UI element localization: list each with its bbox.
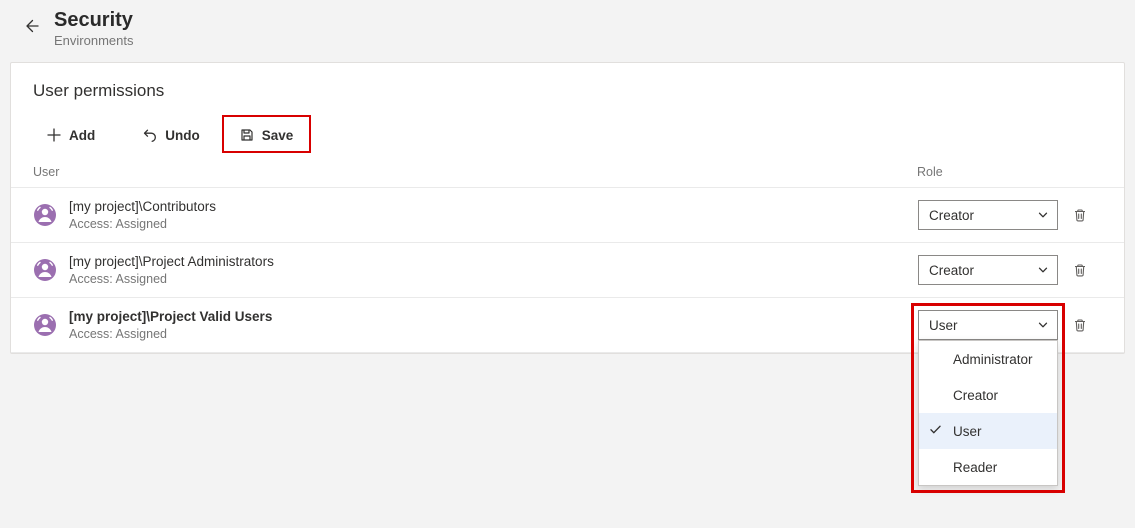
role-option[interactable]: Reader [919,449,1057,485]
add-label: Add [69,128,95,143]
undo-label: Undo [165,128,200,143]
save-icon [240,128,254,142]
back-arrow-icon [24,18,40,34]
role-option[interactable]: Creator [919,377,1057,413]
save-button[interactable]: Save [228,119,306,151]
row-access: Access: Assigned [69,326,918,342]
list-header: User Role [11,165,1124,187]
check-icon [929,423,942,439]
back-button[interactable] [18,12,46,40]
add-button[interactable]: Add [35,119,107,151]
toolbar: Add Undo Save [11,101,1124,165]
plus-icon [47,128,61,142]
group-avatar-icon [33,203,57,227]
role-select-value: Creator [929,263,974,278]
permission-row: [my project]\ContributorsAccess: Assigne… [11,187,1124,242]
row-name: [my project]\Project Administrators [69,253,918,271]
page-title: Security [54,8,133,32]
role-select[interactable]: User [918,310,1058,340]
column-user-header: User [33,165,917,179]
delete-button[interactable] [1066,256,1094,284]
delete-button[interactable] [1066,311,1094,339]
role-dropdown-menu: Administrator Creator User Reader [918,340,1058,486]
save-label: Save [262,128,294,143]
row-name: [my project]\Project Valid Users [69,308,918,326]
row-access: Access: Assigned [69,216,918,232]
undo-icon [143,128,157,142]
role-select[interactable]: Creator [918,255,1058,285]
role-select-value: Creator [929,208,974,223]
group-avatar-icon [33,258,57,282]
delete-button[interactable] [1066,201,1094,229]
chevron-down-icon [1037,319,1049,331]
role-select-value: User [929,318,958,333]
page-header: Security Environments [0,0,1135,62]
row-text: [my project]\Project AdministratorsAcces… [69,253,918,287]
role-option-label: Reader [953,460,997,475]
group-avatar-icon [33,313,57,337]
chevron-down-icon [1037,209,1049,221]
row-text: [my project]\ContributorsAccess: Assigne… [69,198,918,232]
row-text: [my project]\Project Valid UsersAccess: … [69,308,918,342]
undo-button[interactable]: Undo [131,119,212,151]
row-name: [my project]\Contributors [69,198,918,216]
role-option[interactable]: User [919,413,1057,449]
permission-row: [my project]\Project AdministratorsAcces… [11,242,1124,297]
permissions-card: User permissions Add Undo Save [10,62,1125,354]
section-title: User permissions [11,81,1124,101]
role-select[interactable]: Creator [918,200,1058,230]
role-option-label: Creator [953,388,998,403]
column-role-header: Role [917,165,1102,179]
page-subtitle: Environments [54,32,133,50]
permission-rows: [my project]\ContributorsAccess: Assigne… [11,187,1124,353]
role-option-label: Administrator [953,352,1033,367]
role-option-label: User [953,424,982,439]
row-access: Access: Assigned [69,271,918,287]
chevron-down-icon [1037,264,1049,276]
role-option[interactable]: Administrator [919,341,1057,377]
